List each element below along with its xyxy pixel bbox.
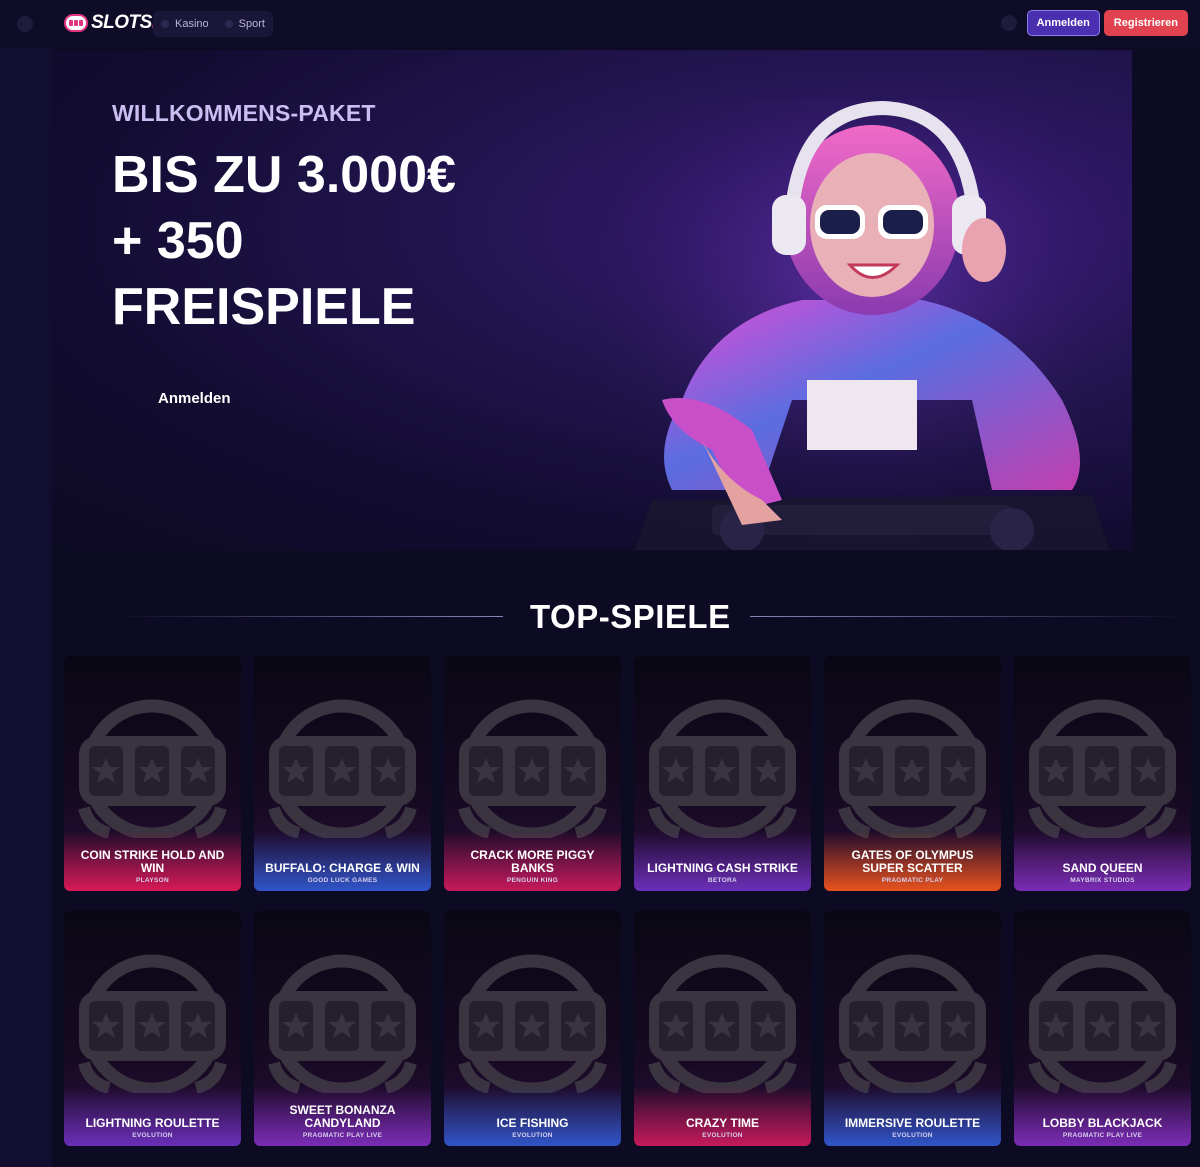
game-card-footer: ICE FISHING EVOLUTION bbox=[444, 1086, 621, 1146]
game-provider: MAYBRIX STUDIOS bbox=[1070, 877, 1135, 884]
game-provider: EVOLUTION bbox=[132, 1132, 173, 1139]
game-card[interactable]: LIGHTNING ROULETTE EVOLUTION bbox=[64, 911, 241, 1146]
game-title: LOBBY BLACKJACK bbox=[1042, 1116, 1163, 1130]
game-card[interactable]: CRACK MORE PIGGY BANKS PENGUIN KING bbox=[444, 656, 621, 891]
slot-machine-icon bbox=[78, 699, 227, 838]
game-card[interactable]: SWEET BONANZA CANDYLAND PRAGMATIC PLAY L… bbox=[254, 911, 431, 1146]
hero-title-line: BIS ZU 3.000€ bbox=[112, 146, 456, 204]
game-title: CRACK MORE PIGGY BANKS bbox=[470, 848, 595, 875]
nav-item-sport[interactable]: Sport bbox=[224, 18, 265, 30]
game-provider: PRAGMATIC PLAY LIVE bbox=[1062, 1132, 1143, 1139]
main-nav: Kasino Sport bbox=[153, 11, 273, 37]
dj-illustration bbox=[592, 100, 1132, 550]
game-card[interactable]: LOBBY BLACKJACK PRAGMATIC PLAY LIVE bbox=[1014, 911, 1191, 1146]
game-title: SAND QUEEN bbox=[1062, 861, 1143, 875]
slot-machine-icon bbox=[458, 699, 607, 838]
game-card[interactable]: CRAZY TIME EVOLUTION bbox=[634, 911, 811, 1146]
game-title: IMMERSIVE ROULETTE bbox=[844, 1116, 981, 1130]
game-provider: PRAGMATIC PLAY bbox=[881, 877, 944, 884]
menu-icon[interactable] bbox=[17, 16, 33, 32]
game-card-footer: LIGHTNING ROULETTE EVOLUTION bbox=[64, 1086, 241, 1146]
slot-machine-icon bbox=[268, 699, 417, 838]
game-title: GATES OF OLYMPUS SUPER SCATTER bbox=[851, 848, 974, 875]
top-header: SLOTSDJ Kasino Sport Anmelden Registrier… bbox=[0, 0, 1200, 48]
game-provider: EVOLUTION bbox=[512, 1132, 553, 1139]
game-title: LIGHTNING CASH STRIKE bbox=[647, 861, 798, 875]
hero-login-button[interactable]: Anmelden bbox=[158, 390, 231, 407]
game-title: CRAZY TIME bbox=[685, 1116, 760, 1130]
hero-title-line: + 350 bbox=[112, 212, 244, 270]
language-icon[interactable] bbox=[1000, 15, 1017, 31]
game-card-footer: COIN STRIKE HOLD AND WIN PLAYSON bbox=[64, 831, 241, 891]
game-provider: EVOLUTION bbox=[892, 1132, 933, 1139]
register-button[interactable]: Registrieren bbox=[1103, 10, 1188, 36]
game-card-footer: IMMERSIVE ROULETTE EVOLUTION bbox=[824, 1086, 1001, 1146]
section-title: TOP-SPIELE bbox=[530, 598, 731, 635]
slot-machine-icon bbox=[78, 954, 227, 1093]
game-title: SWEET BONANZA CANDYLAND bbox=[289, 1103, 396, 1130]
hero-title-line: FREISPIELE bbox=[112, 278, 416, 336]
divider-right bbox=[750, 616, 1190, 617]
slot-machine-icon bbox=[1028, 954, 1177, 1093]
game-card-footer: SAND QUEEN MAYBRIX STUDIOS bbox=[1014, 831, 1191, 891]
game-card[interactable]: LIGHTNING CASH STRIKE BETORA bbox=[634, 656, 811, 891]
logo-reels-icon bbox=[64, 14, 88, 32]
game-provider: EVOLUTION bbox=[702, 1132, 743, 1139]
game-card-footer: CRACK MORE PIGGY BANKS PENGUIN KING bbox=[444, 831, 621, 891]
game-card-footer: GATES OF OLYMPUS SUPER SCATTER PRAGMATIC… bbox=[824, 831, 1001, 891]
nav-item-label: Sport bbox=[238, 18, 265, 30]
slot-machine-icon bbox=[838, 699, 987, 838]
game-provider: PENGUIN KING bbox=[506, 877, 559, 884]
game-card-footer: CRAZY TIME EVOLUTION bbox=[634, 1086, 811, 1146]
game-title: BUFFALO: CHARGE & WIN bbox=[265, 861, 420, 875]
game-card[interactable]: ICE FISHING EVOLUTION bbox=[444, 911, 621, 1146]
game-card[interactable]: GATES OF OLYMPUS SUPER SCATTER PRAGMATIC… bbox=[824, 656, 1001, 891]
sidebar-strip bbox=[0, 48, 52, 1167]
game-card[interactable]: BUFFALO: CHARGE & WIN GOOD LUCK GAMES bbox=[254, 656, 431, 891]
game-provider: GOOD LUCK GAMES bbox=[307, 877, 378, 884]
hero-banner[interactable]: WILLKOMMENS-PAKET BIS ZU 3.000€ + 350 FR… bbox=[52, 50, 1132, 550]
header-actions: Anmelden Registrieren bbox=[1000, 10, 1188, 36]
game-card[interactable]: IMMERSIVE ROULETTE EVOLUTION bbox=[824, 911, 1001, 1146]
hero-title: BIS ZU 3.000€ + 350 FREISPIELE bbox=[112, 142, 456, 340]
game-title: COIN STRIKE HOLD AND WIN bbox=[80, 848, 225, 875]
hero-kicker: WILLKOMMENS-PAKET bbox=[112, 100, 376, 126]
divider-left bbox=[115, 616, 503, 617]
game-title: LIGHTNING ROULETTE bbox=[85, 1116, 220, 1130]
slot-machine-icon bbox=[838, 954, 987, 1093]
game-card-footer: LOBBY BLACKJACK PRAGMATIC PLAY LIVE bbox=[1014, 1086, 1191, 1146]
slot-machine-icon bbox=[1028, 699, 1177, 838]
nav-item-kasino[interactable]: Kasino bbox=[161, 18, 209, 30]
slot-machine-icon bbox=[458, 954, 607, 1093]
slot-machine-icon bbox=[268, 954, 417, 1093]
game-card[interactable]: COIN STRIKE HOLD AND WIN PLAYSON bbox=[64, 656, 241, 891]
nav-item-label: Kasino bbox=[175, 18, 209, 30]
games-grid: COIN STRIKE HOLD AND WIN PLAYSON BUFFALO… bbox=[64, 656, 1191, 1146]
game-card-footer: BUFFALO: CHARGE & WIN GOOD LUCK GAMES bbox=[254, 831, 431, 891]
game-title: ICE FISHING bbox=[496, 1116, 569, 1130]
slot-machine-icon bbox=[648, 699, 797, 838]
game-card-footer: LIGHTNING CASH STRIKE BETORA bbox=[634, 831, 811, 891]
game-provider: BETORA bbox=[707, 877, 738, 884]
slot-machine-icon bbox=[648, 954, 797, 1093]
game-card-footer: SWEET BONANZA CANDYLAND PRAGMATIC PLAY L… bbox=[254, 1086, 431, 1146]
game-provider: PRAGMATIC PLAY LIVE bbox=[302, 1132, 383, 1139]
game-card[interactable]: SAND QUEEN MAYBRIX STUDIOS bbox=[1014, 656, 1191, 891]
top-games-header: TOP-SPIELE bbox=[60, 590, 1190, 646]
sport-icon bbox=[224, 20, 233, 28]
login-button[interactable]: Anmelden bbox=[1026, 10, 1100, 36]
casino-icon bbox=[161, 20, 169, 28]
game-provider: PLAYSON bbox=[136, 877, 169, 884]
